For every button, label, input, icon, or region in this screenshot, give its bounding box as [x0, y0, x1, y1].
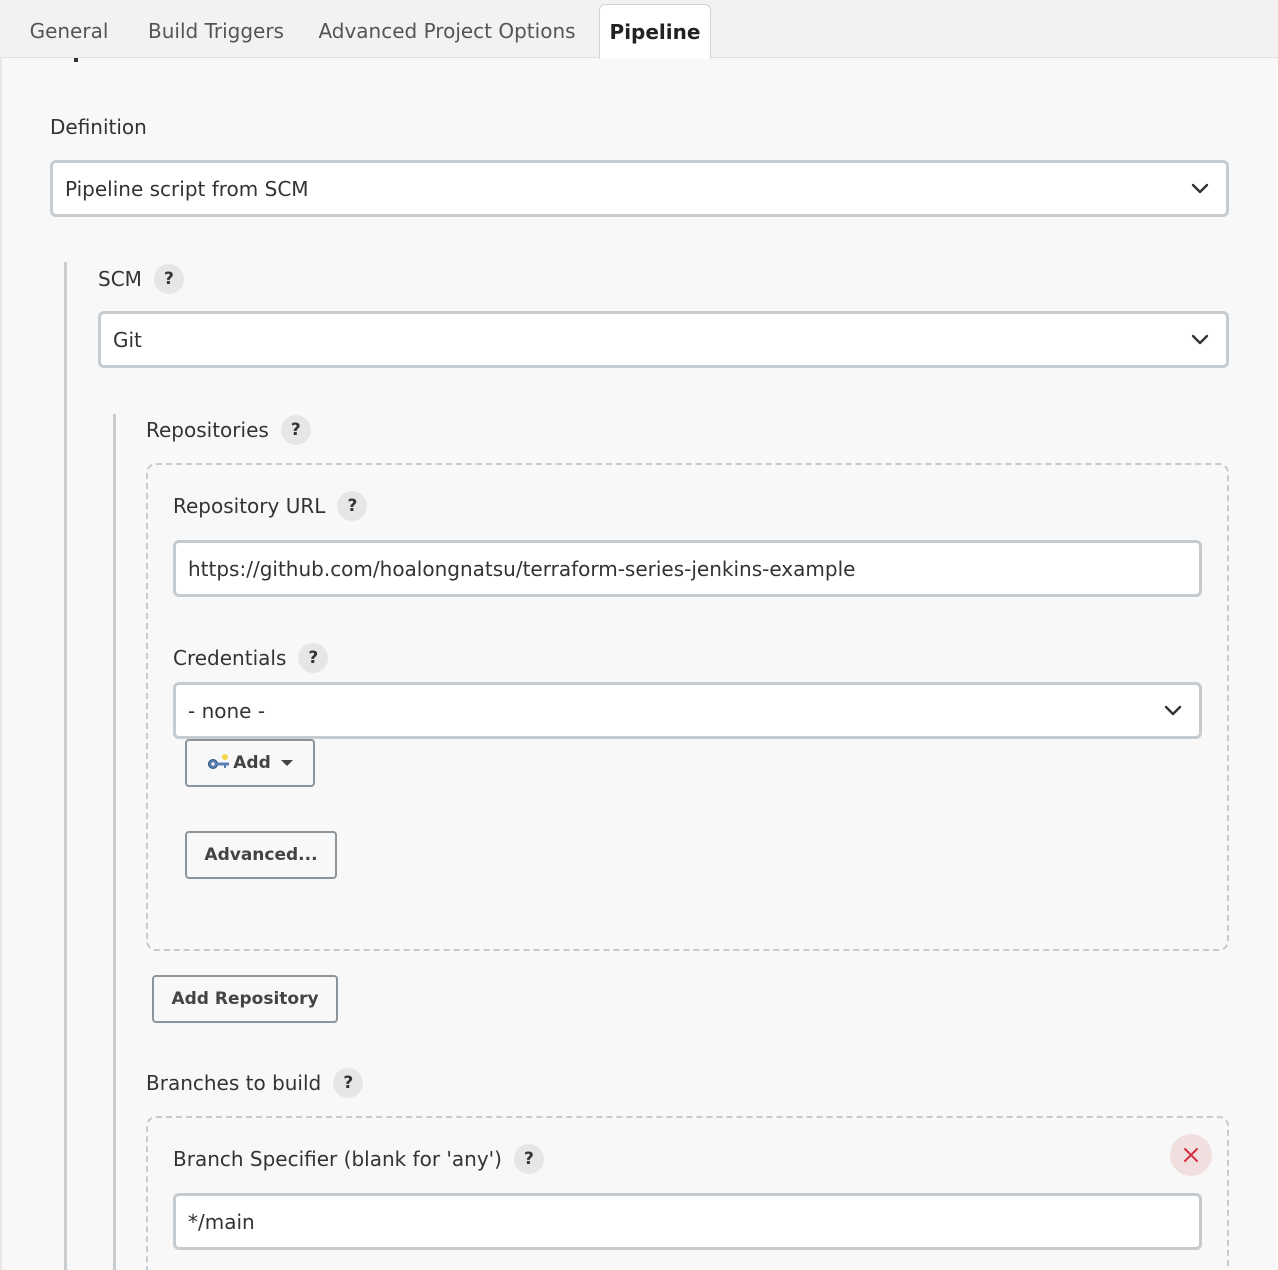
- repository-url-value: https://github.com/hoalongnatsu/terrafor…: [188, 556, 856, 581]
- scm-label-text: SCM: [98, 267, 142, 291]
- advanced-button-label: Advanced...: [204, 845, 318, 865]
- repository-url-label-text: Repository URL: [173, 494, 326, 518]
- credentials-label: Credentials ?: [173, 642, 329, 674]
- repositories-help-icon[interactable]: ?: [280, 415, 311, 445]
- key-icon: [208, 754, 230, 769]
- scm-section-guide: [64, 262, 67, 1270]
- repositories-label-text: Repositories: [146, 418, 269, 442]
- branch-specifier-input[interactable]: */main: [173, 1193, 1202, 1250]
- branch-specifier-label-text: Branch Specifier (blank for 'any'): [173, 1147, 502, 1171]
- definition-select[interactable]: Pipeline script from SCM: [50, 160, 1229, 217]
- branches-help-icon[interactable]: ?: [333, 1068, 364, 1098]
- definition-label: Definition: [50, 112, 147, 142]
- credentials-select[interactable]: - none -: [173, 682, 1202, 739]
- chevron-down-icon: [1191, 334, 1209, 345]
- repository-url-label: Repository URL ?: [173, 490, 368, 522]
- branches-label: Branches to build ?: [146, 1067, 364, 1099]
- advanced-button[interactable]: Advanced...: [185, 831, 337, 879]
- credentials-select-value: - none -: [188, 698, 266, 723]
- tab-build-triggers-label: Build Triggers: [148, 19, 284, 43]
- remove-branch-button[interactable]: [1170, 1134, 1212, 1176]
- tab-advanced-project-options[interactable]: Advanced Project Options: [312, 4, 582, 58]
- chevron-down-icon: [1191, 183, 1209, 194]
- credentials-label-text: Credentials: [173, 646, 287, 670]
- tab-advanced-label: Advanced Project Options: [318, 19, 576, 43]
- add-credentials-button[interactable]: Add: [185, 739, 315, 787]
- frame-left-border: [0, 58, 2, 1270]
- clipped-heading-fragment: [46, 58, 80, 64]
- repository-url-help-icon[interactable]: ?: [337, 491, 368, 521]
- branches-label-text: Branches to build: [146, 1071, 322, 1095]
- tab-general[interactable]: General: [18, 4, 120, 58]
- credentials-help-icon[interactable]: ?: [298, 643, 329, 673]
- scm-select-value: Git: [113, 327, 142, 352]
- branch-specifier-help-icon[interactable]: ?: [513, 1144, 544, 1174]
- tab-pipeline[interactable]: Pipeline: [599, 4, 711, 59]
- definition-label-text: Definition: [50, 115, 147, 139]
- chevron-down-icon: [1164, 705, 1182, 716]
- tab-bar: General Build Triggers Advanced Project …: [0, 0, 1278, 59]
- repositories-label: Repositories ?: [146, 414, 311, 446]
- caret-down-icon: [280, 760, 293, 766]
- close-icon: [1184, 1148, 1198, 1162]
- tab-build-triggers[interactable]: Build Triggers: [138, 4, 294, 58]
- add-repository-button[interactable]: Add Repository: [152, 975, 338, 1023]
- tab-pipeline-label: Pipeline: [609, 20, 701, 44]
- scm-label: SCM ?: [98, 263, 184, 295]
- repository-url-input[interactable]: https://github.com/hoalongnatsu/terrafor…: [173, 540, 1202, 597]
- branch-specifier-label: Branch Specifier (blank for 'any') ?: [173, 1143, 544, 1175]
- branch-specifier-value: */main: [188, 1209, 255, 1234]
- scm-select[interactable]: Git: [98, 311, 1229, 368]
- scm-help-icon[interactable]: ?: [153, 264, 184, 294]
- add-credentials-label: Add: [233, 753, 271, 773]
- definition-select-value: Pipeline script from SCM: [65, 176, 309, 201]
- repositories-section-guide: [113, 414, 116, 1270]
- tab-general-label: General: [29, 19, 109, 43]
- add-repository-label: Add Repository: [171, 989, 319, 1009]
